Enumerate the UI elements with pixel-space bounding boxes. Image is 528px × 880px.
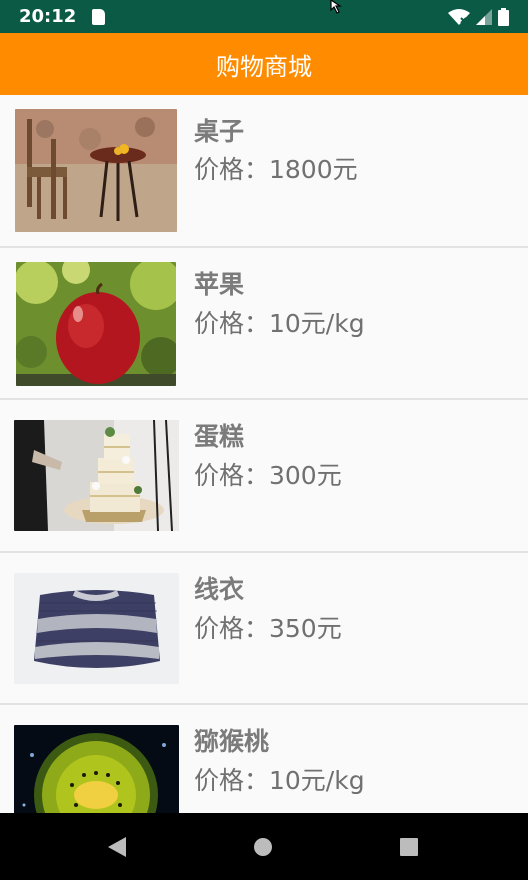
product-list[interactable]: 桌子 价格：1800元 苹果 价格：10元/kg 蛋糕 价格：300元 线衣 价… (0, 95, 528, 813)
product-item[interactable]: 桌子 价格：1800元 (0, 95, 528, 248)
status-bar: 20:12 (0, 0, 528, 33)
wedding-cake-photo (14, 420, 179, 531)
product-price: 价格：350元 (194, 613, 342, 643)
status-time: 20:12 (19, 6, 77, 27)
back-triangle-icon[interactable] (106, 835, 128, 859)
product-name: 桌子 (194, 117, 245, 146)
product-price: 价格：10元/kg (194, 308, 365, 338)
wifi-icon (448, 8, 470, 25)
product-name: 蛋糕 (194, 422, 245, 451)
battery-icon (498, 7, 509, 26)
table-chair-photo (15, 109, 177, 232)
sweater-photo (14, 572, 179, 684)
system-nav-bar (0, 813, 528, 880)
app-bar: 购物商城 (0, 33, 528, 95)
product-name: 苹果 (194, 269, 245, 299)
product-item[interactable]: 线衣 价格：350元 (0, 553, 528, 705)
status-icons (448, 7, 509, 26)
product-price: 价格：300元 (194, 461, 342, 490)
product-name: 线衣 (194, 574, 245, 604)
recents-square-icon[interactable] (399, 837, 419, 857)
sd-card-icon (92, 8, 106, 25)
apple-photo (16, 261, 176, 386)
cursor-icon (330, 0, 342, 14)
product-item[interactable]: 猕猴桃 价格：10元/kg (0, 705, 528, 813)
kiwi-photo (14, 725, 179, 813)
product-item[interactable]: 苹果 价格：10元/kg (0, 248, 528, 400)
product-price: 价格：1800元 (194, 155, 358, 184)
home-circle-icon[interactable] (253, 837, 273, 857)
page-title: 购物商城 (216, 52, 312, 81)
signal-icon (476, 8, 492, 25)
product-name: 猕猴桃 (194, 727, 270, 756)
product-price: 价格：10元/kg (194, 766, 365, 795)
product-item[interactable]: 蛋糕 价格：300元 (0, 400, 528, 553)
